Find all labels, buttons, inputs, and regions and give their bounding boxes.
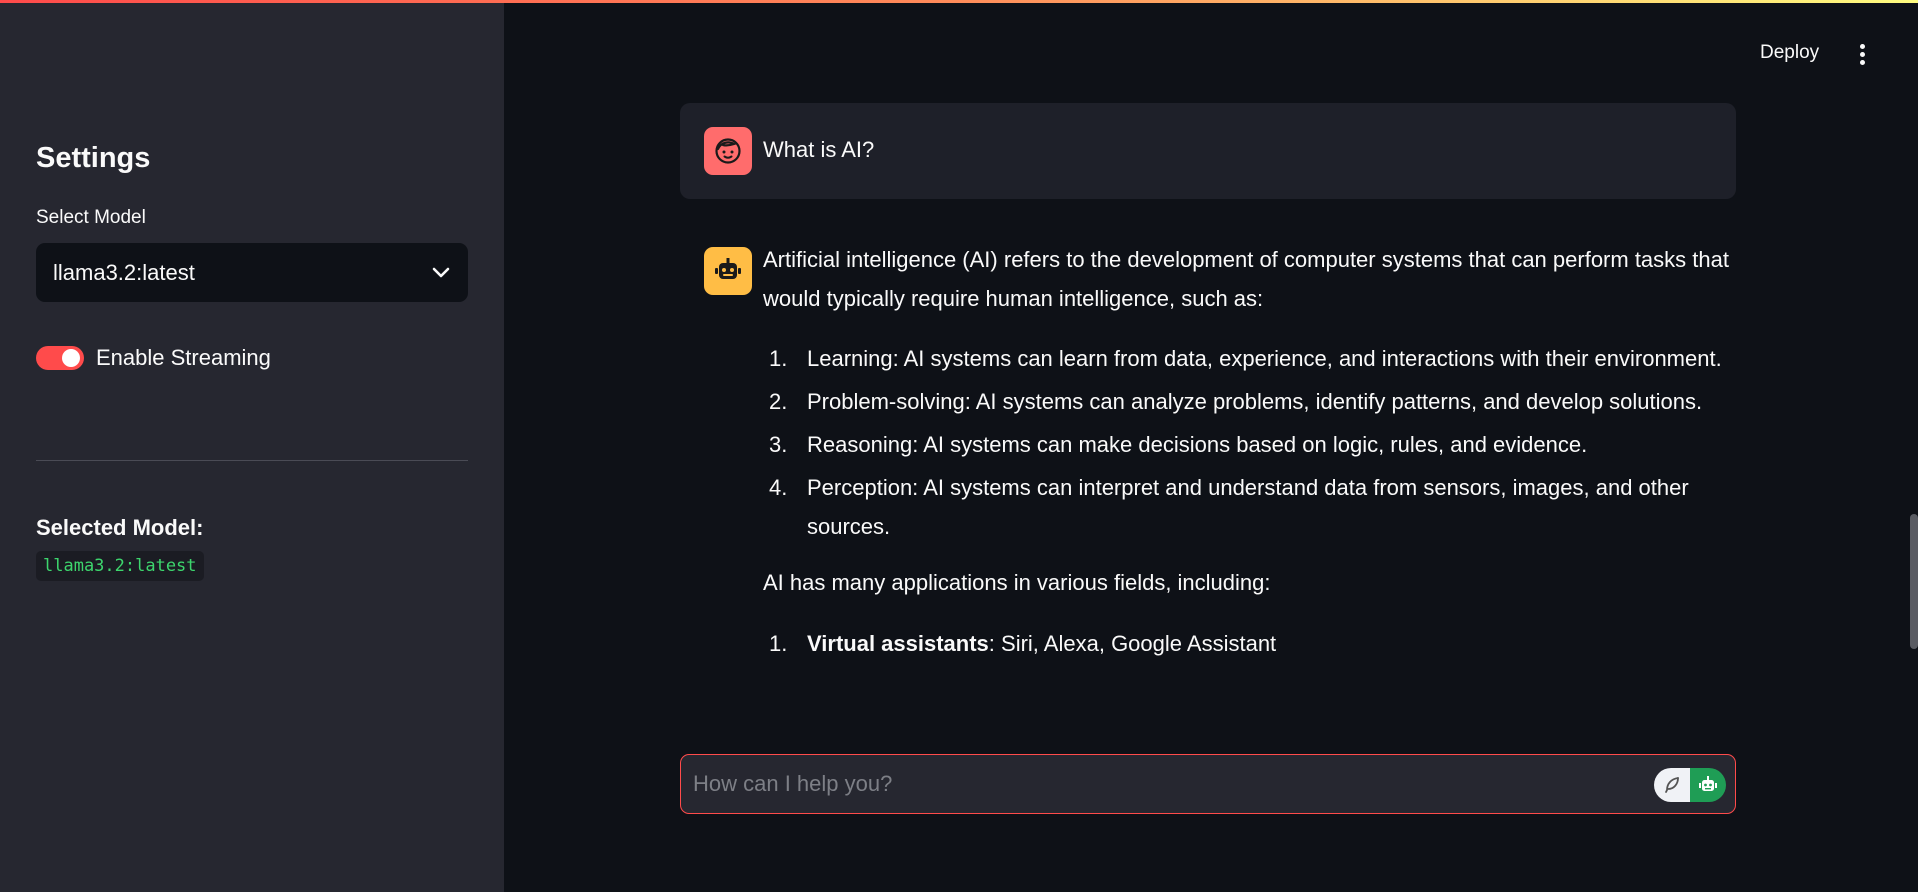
- list-item-text: : Siri, Alexa, Google Assistant: [988, 631, 1277, 656]
- feather-icon[interactable]: [1654, 768, 1690, 802]
- face-icon: [704, 127, 752, 175]
- list-item: 1. Virtual assistants: Siri, Alexa, Googl…: [763, 624, 1733, 663]
- top-decoration-stripe: [0, 0, 1918, 3]
- select-model-label: Select Model: [36, 207, 146, 228]
- assistant-paragraph: AI has many applications in various fiel…: [763, 570, 1271, 595]
- chevron-down-icon: [432, 267, 450, 279]
- deploy-button[interactable]: Deploy: [1760, 42, 1819, 64]
- list-item-bold: Virtual assistants: [807, 631, 989, 656]
- assistant-intro: Artificial intelligence (AI) refers to t…: [763, 247, 1729, 311]
- list-number: 1.: [769, 346, 788, 371]
- capabilities-list: 1. Learning: AI systems can learn from da…: [763, 339, 1733, 546]
- list-number: 3.: [769, 432, 788, 457]
- list-number: 1.: [769, 631, 788, 656]
- streaming-toggle[interactable]: [36, 346, 84, 370]
- user-message: What is AI?: [680, 103, 1736, 199]
- chat-input-container: [680, 754, 1736, 814]
- list-item-text: Problem-solving: AI systems can analyze …: [807, 389, 1703, 414]
- robot-icon[interactable]: [1690, 768, 1726, 802]
- sidebar: Settings Select Model llama3.2:latest En…: [0, 0, 504, 892]
- list-number: 4.: [769, 475, 788, 500]
- list-item-text: Learning: AI systems can learn from data…: [807, 346, 1722, 371]
- streaming-toggle-row[interactable]: Enable Streaming: [36, 343, 271, 373]
- list-item-text: Perception: AI systems can interpret and…: [807, 475, 1689, 539]
- sidebar-divider: [36, 460, 468, 461]
- selected-model-label: Selected Model:: [36, 515, 204, 540]
- chat-input[interactable]: [693, 755, 1653, 813]
- model-select[interactable]: llama3.2:latest: [36, 243, 468, 302]
- kebab-menu-icon[interactable]: [1854, 42, 1872, 66]
- list-item: 2. Problem-solving: AI systems can analyz…: [763, 382, 1733, 421]
- selected-model-code: llama3.2:latest: [36, 551, 204, 581]
- streaming-toggle-label: Enable Streaming: [96, 345, 271, 370]
- list-number: 2.: [769, 389, 788, 414]
- main-scrollbar[interactable]: [1910, 514, 1918, 649]
- toggle-knob: [62, 349, 80, 367]
- applications-list: 1. Virtual assistants: Siri, Alexa, Googl…: [763, 624, 1733, 663]
- model-select-value: llama3.2:latest: [53, 259, 195, 285]
- input-icon-group: [1654, 768, 1726, 802]
- list-item-text: Reasoning: AI systems can make decisions…: [807, 432, 1588, 457]
- user-message-text: What is AI?: [763, 137, 875, 162]
- robot-icon: [704, 247, 752, 295]
- sidebar-title: Settings: [36, 142, 151, 174]
- list-item: 4. Perception: AI systems can interpret a…: [763, 468, 1733, 546]
- list-item: 1. Learning: AI systems can learn from da…: [763, 339, 1733, 378]
- assistant-message-body: Artificial intelligence (AI) refers to t…: [763, 240, 1733, 667]
- list-item: 3. Reasoning: AI systems can make decisio…: [763, 425, 1733, 464]
